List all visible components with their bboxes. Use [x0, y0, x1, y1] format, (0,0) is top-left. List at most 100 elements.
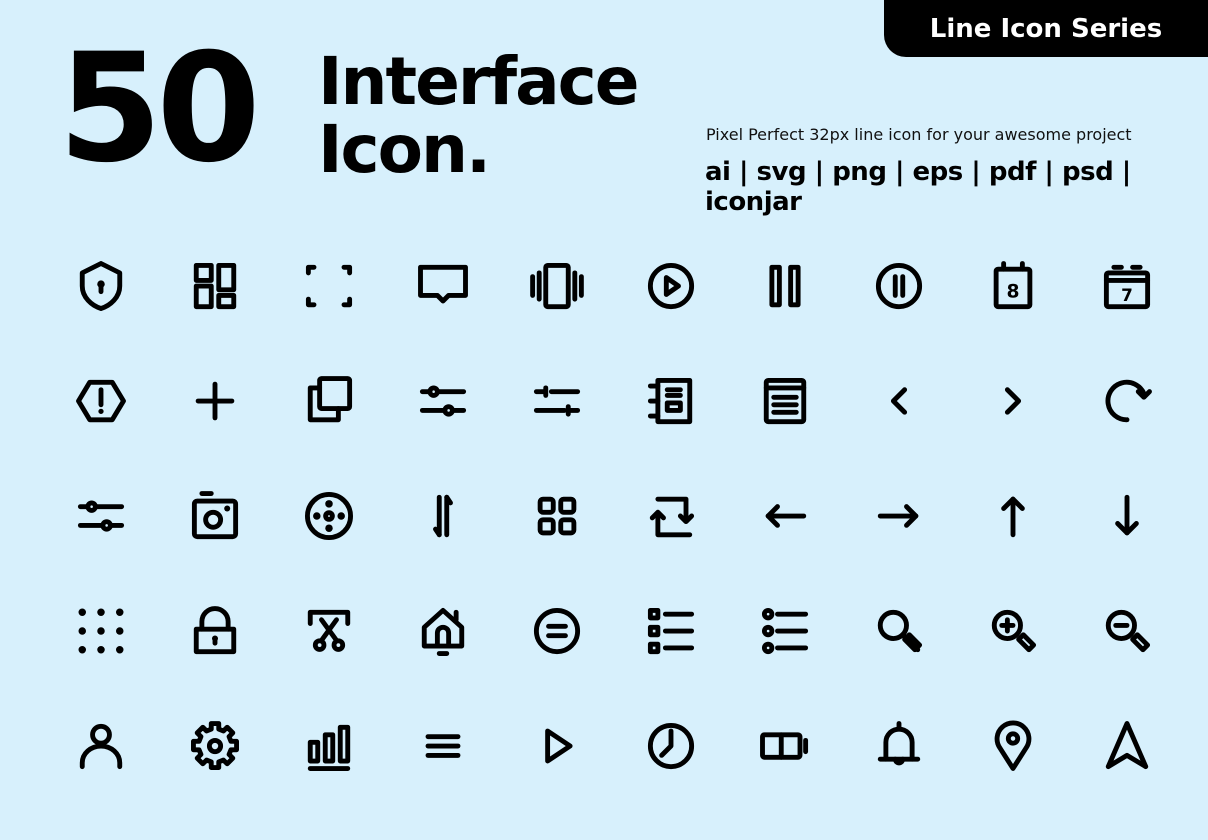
chevron-left-icon — [890, 386, 908, 415]
icon-cell — [1070, 343, 1184, 458]
document-list-icon — [763, 377, 807, 424]
chevron-right-icon — [1004, 386, 1022, 415]
film-reel-icon — [305, 491, 353, 540]
icon-cell — [386, 458, 500, 573]
dots-grid-icon — [78, 608, 124, 653]
icon-cell — [44, 688, 158, 803]
arrow-down-icon — [1115, 494, 1139, 535]
icon-cell — [728, 688, 842, 803]
pause-circle-icon — [875, 262, 923, 309]
icon-cell — [158, 573, 272, 688]
bar-chart-icon — [307, 724, 351, 771]
checkbox-list-icon — [647, 607, 695, 654]
shield-lock-icon — [79, 260, 123, 311]
svg-text:7: 7 — [1121, 285, 1133, 305]
icon-cell — [386, 228, 500, 343]
menu-icon — [425, 733, 461, 758]
page-title: Interface Icon. — [318, 43, 640, 188]
notebook-icon — [647, 377, 693, 424]
icon-cell — [500, 343, 614, 458]
play-icon — [545, 728, 573, 763]
chat-bubble-icon — [418, 264, 468, 303]
bell-icon — [877, 720, 921, 765]
icon-cell — [500, 688, 614, 803]
icon-cell: 8 — [956, 228, 1070, 343]
title-line-1: Interface — [318, 43, 640, 120]
icon-cell — [956, 343, 1070, 458]
bullet-list-icon — [761, 607, 809, 654]
navigation-icon — [1105, 720, 1149, 769]
map-pin-icon — [994, 720, 1032, 771]
title-line-2: Icon. — [318, 111, 491, 188]
home-lock-icon — [421, 607, 465, 656]
icon-cell — [272, 458, 386, 573]
settings-gear-icon — [191, 720, 239, 770]
icon-grid: 8 7 — [44, 228, 1184, 803]
icon-cell — [158, 343, 272, 458]
arrow-right-icon — [877, 503, 919, 528]
equals-circle-icon — [533, 607, 581, 654]
icon-cell — [1070, 458, 1184, 573]
icon-cell — [44, 343, 158, 458]
icon-cell — [1070, 688, 1184, 803]
icon-cell — [956, 458, 1070, 573]
svg-text:8: 8 — [1006, 281, 1019, 302]
icon-cell — [842, 228, 956, 343]
sliders-horizontal-icon — [419, 384, 467, 417]
icon-cell — [386, 688, 500, 803]
series-badge: Line Icon Series — [884, 0, 1208, 57]
icon-cell — [614, 228, 728, 343]
calendar-7-icon: 7 — [1103, 264, 1151, 309]
icon-cell — [614, 573, 728, 688]
padlock-icon — [193, 605, 237, 654]
icon-cell — [956, 573, 1070, 688]
sliders-icon — [77, 499, 125, 532]
icon-cell — [842, 573, 956, 688]
repeat-icon — [649, 496, 695, 537]
icon-cell — [842, 343, 956, 458]
icon-cell — [272, 343, 386, 458]
battery-half-icon — [760, 731, 809, 760]
dashboard-layout-icon — [193, 262, 237, 309]
pause-icon — [769, 264, 801, 307]
calendar-8-icon: 8 — [993, 260, 1033, 309]
icon-cell: 7 — [1070, 228, 1184, 343]
icon-cell — [272, 688, 386, 803]
icon-cell — [728, 343, 842, 458]
warning-hexagon-icon — [76, 379, 126, 422]
cut-selection-icon — [307, 609, 351, 652]
icon-count: 50 — [58, 22, 261, 196]
icon-cell — [956, 688, 1070, 803]
swap-vertical-icon — [433, 494, 453, 537]
clock-icon — [647, 722, 695, 769]
icon-cell — [158, 458, 272, 573]
arrow-left-icon — [765, 503, 807, 528]
icon-cell — [614, 688, 728, 803]
icon-cell — [728, 573, 842, 688]
user-icon — [79, 723, 123, 769]
arrow-up-icon — [1001, 496, 1025, 537]
icon-cell — [842, 458, 956, 573]
search-icon — [877, 609, 923, 652]
icon-cell — [158, 228, 272, 343]
icon-cell — [158, 688, 272, 803]
redo-rotate-icon — [1105, 379, 1152, 422]
icon-cell — [1070, 573, 1184, 688]
icon-cell — [44, 573, 158, 688]
icon-cell — [44, 458, 158, 573]
icon-cell — [728, 228, 842, 343]
icon-cell — [386, 573, 500, 688]
plus-icon — [195, 381, 235, 420]
icon-cell — [614, 458, 728, 573]
icon-cell — [728, 458, 842, 573]
icon-cell — [272, 228, 386, 343]
adjustments-icon — [533, 384, 581, 417]
icon-cell — [272, 573, 386, 688]
grid-apps-icon — [537, 496, 577, 535]
icon-cell — [500, 573, 614, 688]
icon-cell — [614, 343, 728, 458]
file-formats: ai | svg | png | eps | pdf | psd | iconj… — [705, 157, 1131, 217]
play-circle-icon — [647, 262, 695, 309]
icon-cell — [500, 228, 614, 343]
vibrate-phone-icon — [530, 262, 584, 309]
